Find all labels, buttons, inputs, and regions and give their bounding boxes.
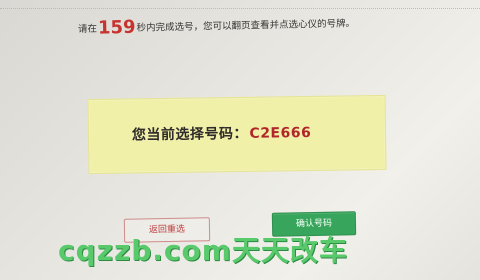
selected-number-value: C2E666 [249, 124, 312, 142]
confirm-number-button[interactable]: 确认号码 [271, 211, 357, 237]
selected-number-label: 您当前选择号码 [131, 126, 234, 144]
watermark: cqzzb.com天天改车 [58, 234, 348, 267]
notice-prefix: 请在 [77, 23, 98, 35]
countdown-seconds: 159 [97, 16, 136, 39]
selected-number-separator: ： [233, 125, 248, 143]
top-divider [0, 0, 480, 9]
countdown-notice: 请在159秒内完成选号，您可以翻页查看并点选心仪的号牌。 [78, 9, 458, 42]
selected-number-panel: 您当前选择号码： C2E666 [87, 94, 387, 175]
selected-number-line: 您当前选择号码： C2E666 [132, 123, 312, 146]
notice-suffix: 秒内完成选号，您可以翻页查看并点选心仪的号牌。 [136, 18, 356, 34]
